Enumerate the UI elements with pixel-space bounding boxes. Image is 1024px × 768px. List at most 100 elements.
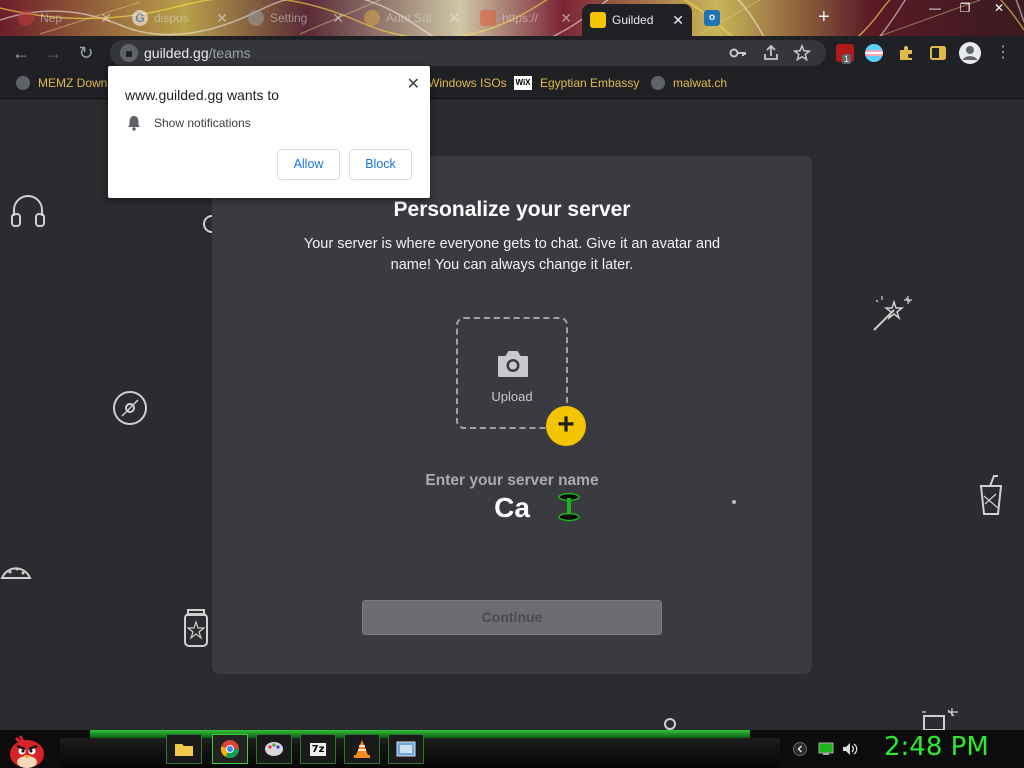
new-tab-button[interactable]: +: [818, 6, 830, 29]
lock-icon[interactable]: [120, 44, 138, 62]
site-favicon: [364, 10, 380, 26]
show-hidden-icons-chevron-icon[interactable]: [792, 742, 808, 756]
bookmark-memz[interactable]: MEMZ Down: [16, 76, 107, 90]
continue-button[interactable]: Continue: [362, 600, 662, 635]
close-tab-icon[interactable]: ✕: [672, 12, 684, 29]
maximize-button[interactable]: ❐: [950, 0, 980, 18]
bookmark-label: MEMZ Down: [38, 76, 108, 90]
menu-kebab-icon[interactable]: ⋮: [992, 42, 1014, 64]
allow-button[interactable]: Allow: [277, 149, 340, 180]
personalize-server-modal: Personalize your server Your server is w…: [212, 156, 812, 674]
google-icon: G: [132, 10, 148, 26]
folder-icon: [175, 744, 193, 756]
bookmark-label: Windows ISOs: [428, 76, 507, 90]
taskbar-chrome[interactable]: [212, 734, 248, 764]
url-path: /teams: [208, 45, 251, 61]
minimize-button[interactable]: —: [920, 0, 950, 18]
close-tab-icon[interactable]: ✕: [560, 10, 572, 27]
tab-title: dispos: [154, 11, 189, 25]
wix-icon: WiX: [514, 76, 532, 90]
back-button[interactable]: ←: [10, 42, 32, 64]
close-tab-icon[interactable]: ✕: [100, 10, 112, 27]
jar-icon: [184, 609, 208, 647]
tab-settings[interactable]: Setting ✕: [240, 4, 352, 32]
gear-icon: [248, 10, 264, 26]
tab-outlook[interactable]: o: [696, 4, 736, 32]
close-window-button[interactable]: ✕: [984, 0, 1014, 18]
bookmark-windows-isos[interactable]: Windows ISOs: [428, 76, 507, 90]
taskbar-paint[interactable]: [256, 734, 292, 764]
site-favicon: [480, 10, 496, 26]
volume-icon[interactable]: [842, 742, 858, 756]
tab-aunt-sal[interactable]: Aunt Sal ✕: [356, 4, 468, 32]
reload-button[interactable]: ↻: [75, 42, 97, 64]
side-panel-icon[interactable]: [929, 44, 947, 62]
modal-title: Personalize your server: [393, 198, 631, 221]
star-icon[interactable]: [793, 44, 811, 62]
modal-description: Your server is where everyone gets to ch…: [303, 236, 721, 273]
permission-item-label: Show notifications: [154, 116, 251, 130]
bookmark-label: malwat.ch: [673, 76, 728, 90]
tab-guilded[interactable]: Guilded ✕: [582, 4, 692, 36]
browser-toolbar: ← → ↻ guilded.gg /teams 1 ⋮: [0, 36, 1024, 69]
taskbar-file-explorer[interactable]: [166, 734, 202, 764]
add-avatar-button[interactable]: +: [546, 406, 586, 446]
forward-button[interactable]: →: [42, 42, 64, 64]
tab-title: Nep: [40, 11, 63, 25]
tab-favicon: [18, 10, 34, 26]
outlook-icon: o: [704, 10, 720, 26]
globe-icon: [651, 76, 665, 90]
doodle-fragment-icon: [664, 718, 676, 730]
close-tab-icon[interactable]: ✕: [216, 10, 228, 27]
bookmark-egyptian-embassy[interactable]: WiX Egyptian Embassy: [514, 76, 639, 90]
block-button[interactable]: Block: [349, 149, 412, 180]
tab-strip: Nep ✕ G dispos ✕ Setting ✕ Aunt Sal ✕ ht…: [0, 0, 1024, 36]
share-icon[interactable]: [762, 44, 780, 62]
taskbar-clock[interactable]: 2:48 PM: [884, 732, 989, 762]
address-bar[interactable]: guilded.gg /teams: [110, 40, 826, 66]
bell-icon: [128, 116, 140, 131]
close-tab-icon[interactable]: ✕: [448, 10, 460, 27]
tab-https[interactable]: https:// ✕: [472, 4, 580, 32]
window-icon: [396, 741, 416, 757]
taskbar-vlc[interactable]: [344, 734, 380, 764]
permission-title: www.guilded.gg wants to: [125, 87, 280, 103]
server-name-field[interactable]: [412, 492, 612, 528]
url-host: guilded.gg: [144, 45, 209, 61]
vlc-cone-icon: [354, 740, 370, 758]
tab-dispos[interactable]: G dispos ✕: [124, 4, 236, 32]
key-icon[interactable]: [729, 44, 747, 62]
guilded-icon: [590, 12, 606, 28]
profile-avatar-icon[interactable]: [958, 41, 982, 65]
ublock-icon[interactable]: 1: [836, 44, 854, 64]
paint-palette-icon: [265, 742, 283, 756]
puzzle-icon[interactable]: [897, 44, 915, 62]
ublock-badge: 1: [842, 54, 852, 64]
taco-icon: [0, 567, 32, 579]
7zip-icon: 7z: [309, 742, 327, 756]
notification-permission-popup: www.guilded.gg wants to ✕ Show notificat…: [108, 66, 430, 198]
tab-title: Guilded: [612, 13, 654, 27]
taskbar: 7z 2:48 PM: [0, 730, 1024, 768]
globe-icon: [16, 76, 30, 90]
taskbar-snipping[interactable]: [388, 734, 424, 764]
camera-icon: [498, 351, 528, 377]
tab-title: https://: [502, 11, 539, 25]
taskbar-7zip[interactable]: 7z: [300, 734, 336, 764]
bookmark-malwatch[interactable]: malwat.ch: [651, 76, 727, 90]
close-tab-icon[interactable]: ✕: [332, 10, 344, 27]
close-icon[interactable]: ✕: [407, 74, 420, 94]
start-button-angry-bird-icon[interactable]: [6, 730, 48, 768]
tab-nep[interactable]: Nep ✕: [10, 4, 120, 32]
drink-cup-icon: [979, 475, 1003, 515]
upload-label: Upload: [491, 389, 533, 404]
doodle-fragment-icon: [922, 708, 958, 730]
chrome-icon: [220, 740, 239, 759]
server-name-label: Enter your server name: [425, 472, 599, 489]
network-icon[interactable]: [818, 742, 834, 756]
magic-wand-icon: [873, 296, 912, 331]
server-name-input[interactable]: [412, 492, 612, 524]
headphones-icon: [11, 195, 45, 227]
bookmark-label: Egyptian Embassy: [540, 76, 640, 90]
extension-flag-icon[interactable]: [865, 44, 883, 62]
